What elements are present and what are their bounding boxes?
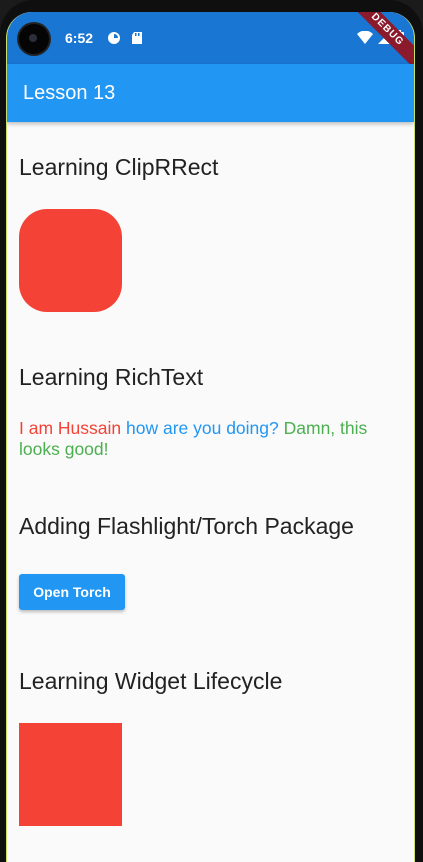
torch-heading: Adding Flashlight/Torch Package (19, 513, 354, 539)
status-bar: 6:52 DEBUG (7, 12, 414, 75)
device-frame: 6:52 DEBUG Lesson 13 Learning ClipRRect … (0, 0, 423, 862)
richtext-heading: Learning RichText (19, 364, 204, 390)
app-bar: Lesson 13 (7, 64, 414, 122)
rich-text-paragraph: I am Hussain how are you doing? Damn, th… (19, 418, 394, 460)
sync-icon (107, 31, 121, 48)
rich-text-red-span: I am Hussain (19, 418, 122, 438)
app-screen: 6:52 DEBUG Lesson 13 Learning ClipRRect … (6, 12, 415, 862)
app-title: Lesson 13 (23, 82, 116, 104)
status-time: 6:52 (65, 30, 94, 46)
sd-card-icon (131, 31, 143, 48)
open-torch-button[interactable]: Open Torch (19, 574, 125, 610)
cliprrect-red-box (19, 209, 122, 312)
cliprrect-heading: Learning ClipRRect (19, 154, 219, 180)
rich-text-blue-span: how are you doing? (126, 418, 279, 438)
wifi-icon (357, 30, 373, 50)
camera-cutout (19, 24, 49, 54)
lifecycle-red-box (19, 723, 122, 826)
lifecycle-heading: Learning Widget Lifecycle (19, 668, 283, 694)
